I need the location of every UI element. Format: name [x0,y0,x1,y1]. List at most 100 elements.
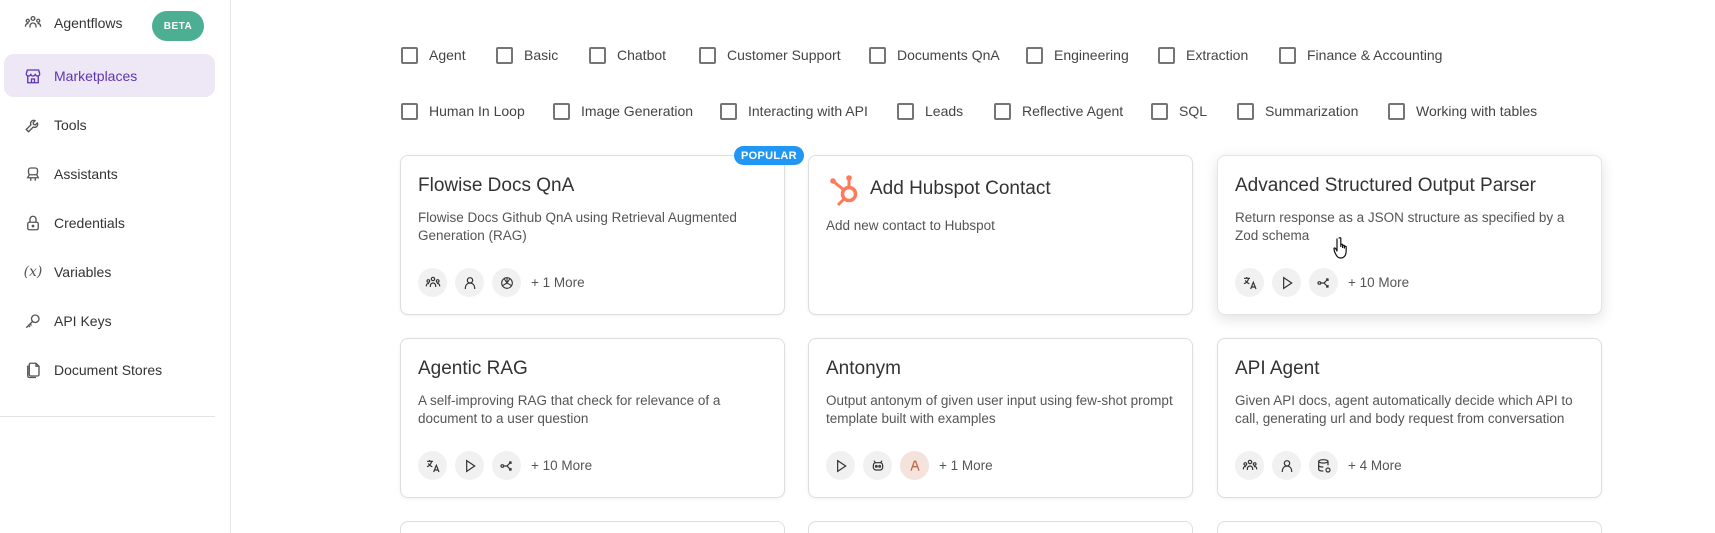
agentflows-icon [22,12,44,34]
checkbox[interactable] [1026,46,1043,64]
filter-agent[interactable]: Agent [401,45,466,65]
checkbox[interactable] [720,102,737,120]
template-card[interactable] [1217,521,1602,533]
filter-engineering[interactable]: Engineering [1026,45,1129,65]
play-icon [1272,268,1301,297]
sidebar-divider [0,416,215,417]
filter-finance-accounting[interactable]: Finance & Accounting [1279,45,1442,65]
checkbox[interactable] [897,102,914,120]
template-card[interactable]: Add Hubspot Contact Add new contact to H… [808,155,1193,315]
checkbox[interactable] [1158,46,1175,64]
sidebar-item-label: Agentflows [54,14,123,31]
filter-label: Image Generation [581,103,694,119]
checkbox[interactable] [401,102,418,120]
checkbox[interactable] [589,46,606,64]
sidebar-item-variables[interactable]: (x) Variables [4,250,215,293]
checkbox[interactable] [401,46,418,64]
sidebar-item-document-stores[interactable]: Document Stores [4,348,215,391]
database-icon [1309,451,1338,480]
card-description: Return response as a JSON structure as s… [1235,210,1565,243]
card-tags: + 1 More [418,268,585,297]
sidebar-item-credentials[interactable]: Credentials [4,201,215,244]
sidebar-item-label: Variables [54,263,112,280]
checkbox[interactable] [553,102,570,120]
openai-icon [492,268,521,297]
filter-reflective-agent[interactable]: Reflective Agent [994,101,1123,121]
filter-label: Extraction [1186,47,1249,63]
sidebar-item-marketplaces[interactable]: Marketplaces [4,54,215,97]
card-title: Agentic RAG [418,358,528,379]
play-icon [826,451,855,480]
filter-chatbot[interactable]: Chatbot [589,45,666,65]
user-icon [455,268,484,297]
filter-label: Summarization [1265,103,1359,119]
hubspot-logo-icon [830,175,858,207]
filter-leads[interactable]: Leads [897,101,963,121]
agents-icon [1235,451,1264,480]
anthropic-icon [900,451,929,480]
template-card[interactable]: Agentic RAG A self-improving RAG that ch… [400,338,785,498]
more-tags-label: + 10 More [1348,275,1410,290]
filter-documents-qna[interactable]: Documents QnA [869,45,1000,65]
filter-label: Finance & Accounting [1307,47,1443,63]
template-card[interactable]: API Agent Given API docs, agent automati… [1217,338,1602,498]
filter-sql[interactable]: SQL [1151,101,1207,121]
template-card[interactable] [808,521,1193,533]
sidebar: Agentflows BETA Marketplaces Tools Assis… [0,0,231,533]
filter-basic[interactable]: Basic [496,45,558,65]
filter-label: SQL [1179,103,1208,119]
sidebar-item-label: Marketplaces [54,67,138,84]
template-card[interactable]: Advanced Structured Output Parser Return… [1217,155,1602,315]
checkbox[interactable] [1237,102,1254,120]
card-title: Advanced Structured Output Parser [1235,175,1536,196]
filter-label: Agent [429,47,466,63]
card-description: A self-improving RAG that check for rele… [418,393,721,426]
template-card[interactable]: POPULAR Flowise Docs QnA Flowise Docs Gi… [400,146,804,315]
filter-summarization[interactable]: Summarization [1237,101,1358,121]
variable-icon: (x) [23,263,43,280]
card-title: Antonym [826,358,901,379]
sidebar-item-api-keys[interactable]: API Keys [4,299,215,342]
more-tags-label: + 1 More [939,458,993,473]
robot-icon [22,163,44,185]
filter-image-generation[interactable]: Image Generation [553,101,693,121]
filter-label: Documents QnA [897,47,1000,63]
template-card[interactable]: Antonym Output antonym of given user inp… [808,338,1193,498]
filter-extraction[interactable]: Extraction [1158,45,1248,65]
more-tags-label: + 10 More [531,458,593,473]
checkbox[interactable] [1388,102,1405,120]
filter-human-in-loop[interactable]: Human In Loop [401,101,525,121]
user-icon [1272,451,1301,480]
sidebar-item-agentflows[interactable]: Agentflows BETA [4,1,215,44]
translate-icon [1235,268,1264,297]
checkbox[interactable] [699,46,716,64]
card-description: Output antonym of given user input using… [826,393,1173,426]
checkbox[interactable] [496,46,513,64]
sidebar-item-tools[interactable]: Tools [4,103,215,146]
filter-label: Reflective Agent [1022,103,1124,119]
card-description: Given API docs, agent automatically deci… [1235,393,1573,426]
checkbox[interactable] [994,102,1011,120]
filter-label: Working with tables [1416,103,1538,119]
agents-icon [418,268,447,297]
popular-badge: POPULAR [734,146,804,165]
filter-interacting-with-api[interactable]: Interacting with API [720,101,868,121]
card-title: Add Hubspot Contact [870,178,1051,199]
template-card[interactable] [400,521,785,533]
filter-working-with-tables[interactable]: Working with tables [1388,101,1537,121]
tool-icon [22,114,44,136]
sidebar-item-label: Document Stores [54,361,163,378]
checkbox[interactable] [1151,102,1168,120]
play-icon [455,451,484,480]
files-icon [22,359,44,381]
sidebar-item-assistants[interactable]: Assistants [4,152,215,195]
card-title: API Agent [1235,358,1320,379]
filter-label: Interacting with API [748,103,868,119]
filter-customer-support[interactable]: Customer Support [699,45,841,65]
checkbox[interactable] [869,46,886,64]
checkbox[interactable] [1279,46,1296,64]
beta-badge: BETA [152,11,204,41]
robot-face-icon [863,451,892,480]
sidebar-item-label: API Keys [54,312,112,329]
sidebar-item-label: Assistants [54,165,118,182]
